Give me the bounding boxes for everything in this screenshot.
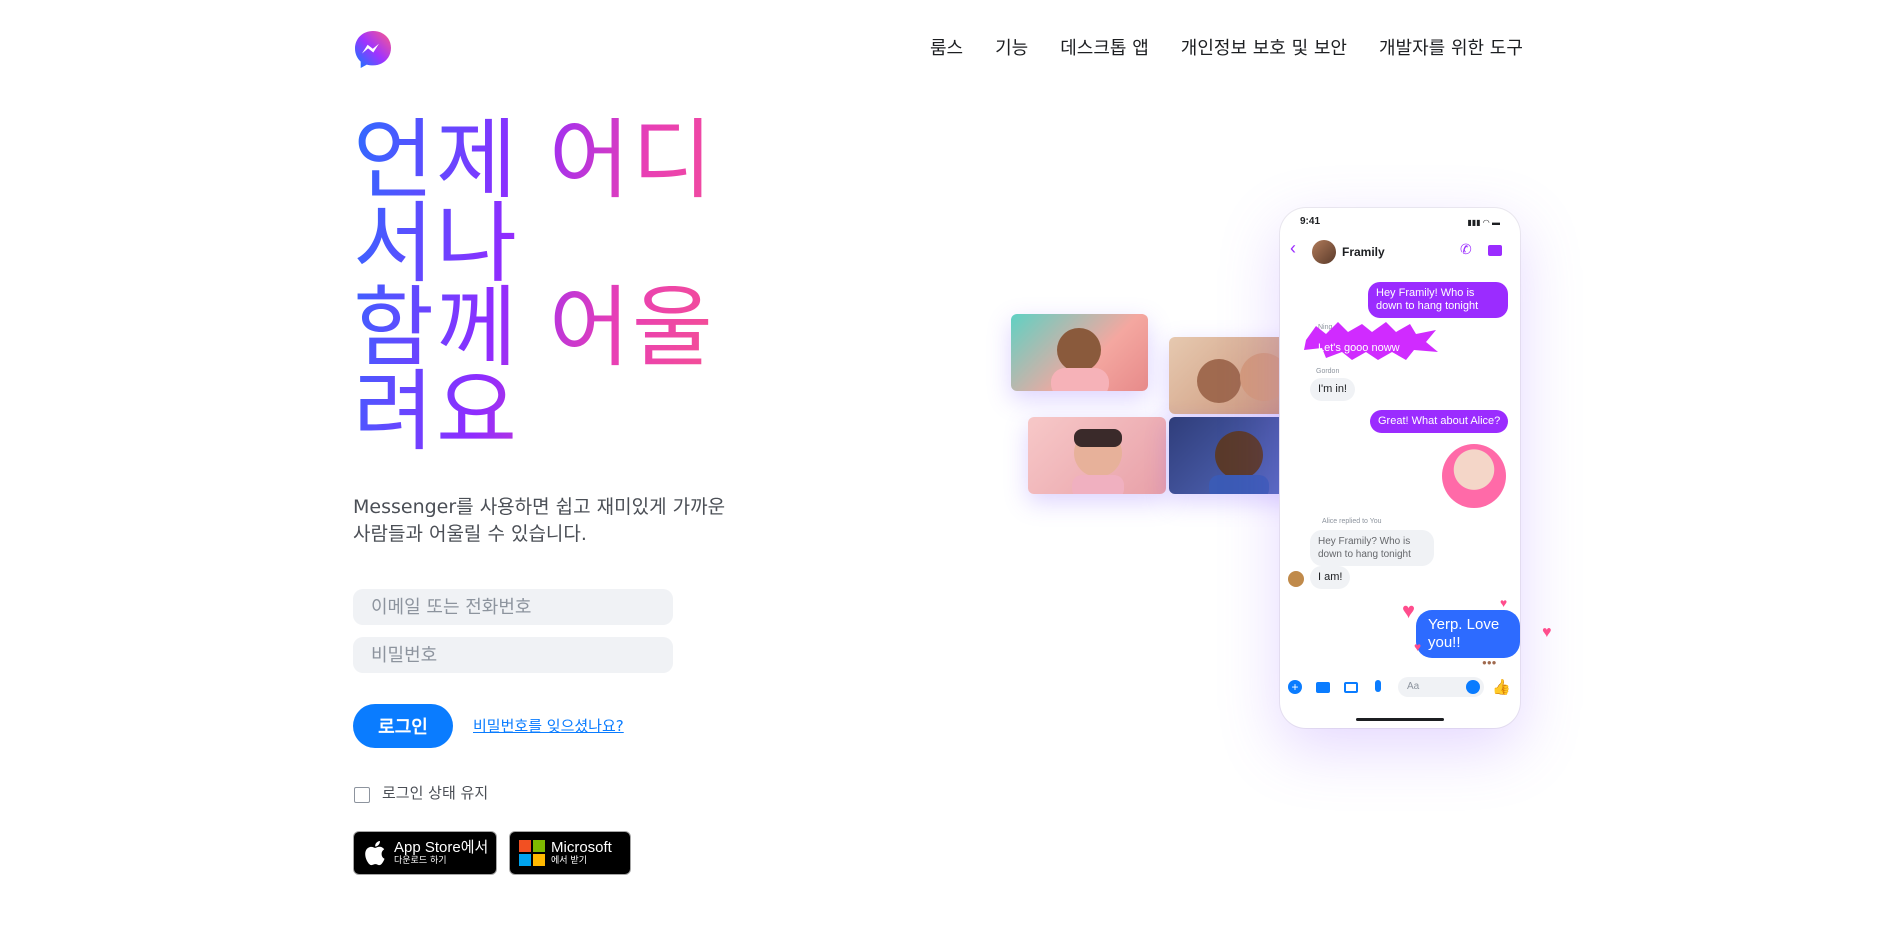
- video-tile-3: [1028, 417, 1166, 494]
- video-call-icon[interactable]: [1488, 245, 1502, 256]
- hero-line: 서나: [353, 192, 519, 295]
- message-bubble: Yerp. Love you!!: [1416, 610, 1520, 658]
- nav-item-features[interactable]: 기능: [995, 34, 1028, 64]
- message-bubble: Great! What about Alice?: [1370, 410, 1509, 433]
- apple-icon: [365, 841, 385, 866]
- hero-subtitle: Messenger를 사용하면 쉽고 재미있게 가까운 사람들과 어울릴 수 있…: [353, 494, 753, 548]
- app-store-badge[interactable]: App Store에서 다운로드 하기: [353, 831, 497, 875]
- message-bubble: Hey Framily! Who is down to hang tonight: [1368, 282, 1508, 318]
- microsoft-icon: [519, 840, 545, 866]
- ms-store-line1: Microsoft: [551, 838, 612, 856]
- message-bubble: Let's gooo noww: [1318, 342, 1400, 354]
- group-avatar: [1312, 240, 1336, 264]
- read-receipts: ●●●: [1482, 658, 1497, 667]
- composer-placeholder: Aa: [1407, 681, 1420, 692]
- burst-sticker: [1302, 320, 1442, 360]
- photo-icon[interactable]: [1344, 682, 1358, 693]
- heart-icon: ♥: [1402, 598, 1416, 623]
- app-store-line2: 다운로드 하기: [394, 855, 447, 866]
- composer-input[interactable]: Aa: [1398, 677, 1484, 697]
- remember-me-label: 로그인 상태 유지: [382, 784, 489, 802]
- password-input[interactable]: [353, 637, 673, 673]
- app-store-line1: App Store에서: [394, 838, 489, 856]
- hero-line: 함께 어울: [353, 276, 715, 379]
- remember-me-checkbox[interactable]: [354, 787, 370, 803]
- ms-store-line2: 에서 받기: [551, 855, 587, 866]
- video-tile-1: [1011, 314, 1148, 391]
- email-input[interactable]: [353, 589, 673, 625]
- nav-item-desktop-app[interactable]: 데스크톱 앱: [1060, 34, 1149, 64]
- heart-icon: ♥: [1542, 624, 1552, 641]
- camera-icon[interactable]: [1316, 682, 1330, 693]
- back-chevron-icon[interactable]: ‹: [1290, 238, 1296, 259]
- hero-line: 려요: [353, 360, 519, 463]
- microsoft-store-badge[interactable]: Microsoft 에서 받기: [509, 831, 631, 875]
- top-nav: 룸스 기능 데스크톱 앱 개인정보 보호 및 보안 개발자를 위한 도구: [930, 34, 1523, 64]
- hero-line: 언제 어디: [353, 108, 715, 211]
- chat-name: Framily: [1342, 245, 1385, 259]
- nav-item-developer-tools[interactable]: 개발자를 위한 도구: [1379, 34, 1523, 64]
- phone-call-icon[interactable]: ✆: [1460, 241, 1472, 258]
- message-bubble: I am!: [1310, 566, 1351, 589]
- heart-icon: ♥: [1500, 596, 1508, 610]
- emoji-icon[interactable]: [1466, 680, 1480, 694]
- reply-note: Alice replied to You: [1322, 518, 1382, 525]
- messenger-logo-icon[interactable]: [353, 29, 393, 69]
- forgot-password-link[interactable]: 비밀번호를 잊으셨나요?: [473, 715, 624, 736]
- add-icon[interactable]: +: [1288, 680, 1302, 694]
- home-indicator: [1356, 718, 1444, 721]
- sender-name: Gordon: [1316, 368, 1340, 375]
- sticker-avatar: [1442, 444, 1506, 508]
- like-icon[interactable]: 👍: [1492, 678, 1511, 696]
- message-bubble: I'm in!: [1310, 378, 1355, 401]
- nav-item-rooms[interactable]: 룸스: [930, 34, 963, 64]
- phone-mockup: 9:41 ▮▮▮ ◠ ▬ ‹ Framily ✆ Hey Framily! Wh…: [1280, 208, 1552, 728]
- sender-avatar: [1288, 571, 1304, 587]
- message-bubble: Hey Framily? Who is down to hang tonight: [1310, 530, 1434, 566]
- hero-title: 언제 어디 서나 함께 어울 려요: [353, 118, 793, 454]
- status-icons: ▮▮▮ ◠ ▬: [1467, 218, 1500, 227]
- subtitle-line: 사람들과 어울릴 수 있습니다.: [353, 523, 587, 545]
- subtitle-line: Messenger를 사용하면 쉽고 재미있게 가까운: [353, 496, 726, 518]
- microphone-icon[interactable]: [1375, 680, 1381, 692]
- heart-icon: ♥: [1414, 640, 1422, 654]
- login-button[interactable]: 로그인: [353, 704, 453, 748]
- nav-item-privacy-security[interactable]: 개인정보 보호 및 보안: [1181, 34, 1347, 64]
- status-time: 9:41: [1300, 216, 1321, 227]
